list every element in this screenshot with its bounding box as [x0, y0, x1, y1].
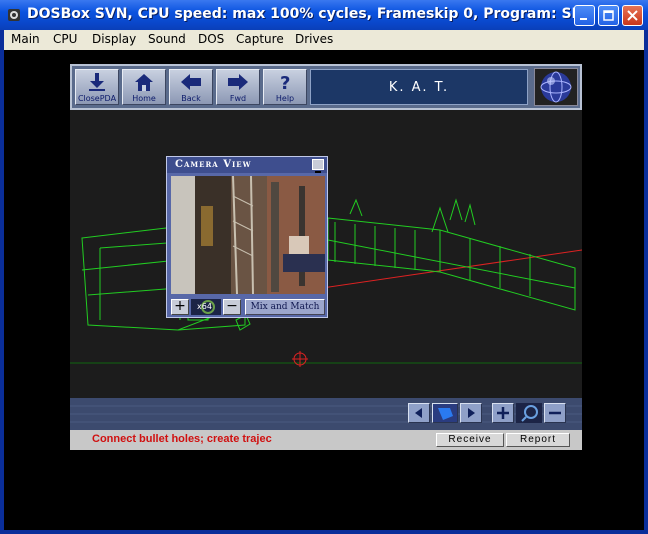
help-button[interactable]: ? Help [263, 69, 307, 105]
close-icon [627, 10, 638, 21]
nav-magnifier [516, 403, 542, 423]
receive-button[interactable]: Receive [436, 433, 504, 447]
minimize-icon [580, 18, 587, 20]
title-bar[interactable]: DOSBox SVN, CPU speed: max 100% cycles, … [0, 0, 648, 30]
menu-main[interactable]: Main [11, 32, 40, 46]
camera-zoom-out-button[interactable]: − [223, 299, 241, 315]
home-button[interactable]: Home [122, 69, 166, 105]
menu-cpu[interactable]: CPU [53, 32, 77, 46]
help-label: Help [275, 94, 295, 103]
prev-arrow-icon [415, 408, 422, 418]
minimize-icon [315, 171, 321, 173]
navigation-bar [70, 398, 582, 430]
close-button[interactable] [622, 5, 643, 26]
dosbox-app-icon[interactable] [6, 7, 22, 23]
menu-sound[interactable]: Sound [148, 32, 186, 46]
camera-view-window[interactable]: Camera View + x64 − Mix and Match [166, 156, 328, 318]
status-message: Connect bullet holes; create trajec [92, 433, 272, 445]
camera-feed-image [171, 176, 325, 294]
home-label: Home [132, 94, 156, 103]
camera-controls: + x64 − Mix and Match [169, 299, 325, 315]
pda-panel: ClosePDA Home Back Fwd ? Help K. A. T. C… [70, 64, 582, 450]
status-bar: Connect bullet holes; create trajec Rece… [70, 430, 582, 450]
home-icon [135, 74, 153, 91]
zoom-out-icon [549, 411, 561, 415]
bullet-select-button[interactable] [432, 403, 458, 423]
menu-bar: Main CPU Display Sound DOS Capture Drive… [4, 30, 644, 50]
help-question-icon: ? [280, 73, 290, 92]
close-pda-label: ClosePDA [77, 94, 117, 103]
globe-icon [540, 71, 572, 103]
close-pda-icon [89, 73, 105, 91]
crosshair-icon[interactable] [292, 351, 308, 367]
forward-button[interactable]: Fwd [216, 69, 260, 105]
maximize-button[interactable] [598, 5, 619, 26]
zoom-in-icon [497, 407, 509, 419]
maximize-icon [603, 10, 614, 21]
menu-drives[interactable]: Drives [295, 32, 333, 46]
forward-arrow-icon [228, 74, 248, 90]
back-label: Back [181, 94, 201, 103]
back-button[interactable]: Back [169, 69, 213, 105]
window-title: DOSBox SVN, CPU speed: max 100% cycles, … [27, 6, 596, 22]
next-arrow-icon [468, 408, 475, 418]
menu-dos[interactable]: DOS [198, 32, 224, 46]
close-pda-button[interactable]: ClosePDA [75, 69, 119, 105]
next-bullet-button[interactable] [460, 403, 482, 423]
globe-button[interactable] [534, 68, 578, 106]
forward-label: Fwd [229, 94, 247, 103]
camera-minimize-button[interactable] [312, 159, 324, 173]
camera-zoom-in-button[interactable]: + [171, 299, 189, 315]
kat-header: K. A. T. [310, 69, 528, 105]
mix-and-match-button[interactable]: Mix and Match [245, 299, 325, 315]
dosbox-window: DOSBox SVN, CPU speed: max 100% cycles, … [0, 0, 648, 534]
magnifier-icon [521, 405, 538, 422]
3d-scene[interactable]: Camera View + x64 − Mix and Match [70, 110, 582, 398]
kat-header-text: K. A. T. [388, 80, 450, 95]
report-button[interactable]: Report [506, 433, 570, 447]
menu-display[interactable]: Display [92, 32, 136, 46]
building-wireframe-right [327, 198, 576, 311]
dos-screen: ClosePDA Home Back Fwd ? Help K. A. T. C… [4, 50, 644, 530]
camera-image[interactable] [171, 176, 325, 294]
minimize-button[interactable] [574, 5, 595, 26]
back-arrow-icon [181, 74, 201, 90]
zoom-out-button[interactable] [544, 403, 566, 423]
svg-text:?: ? [280, 73, 290, 92]
camera-view-title: Camera View [175, 159, 252, 170]
bullet-select-icon [438, 408, 453, 420]
camera-zoom-level: x64 [197, 302, 212, 311]
prev-bullet-button[interactable] [408, 403, 430, 423]
zoom-in-button[interactable] [492, 403, 514, 423]
pda-toolbar: ClosePDA Home Back Fwd ? Help K. A. T. [70, 64, 582, 110]
menu-capture[interactable]: Capture [236, 32, 284, 46]
camera-view-titlebar[interactable]: Camera View [167, 157, 327, 173]
